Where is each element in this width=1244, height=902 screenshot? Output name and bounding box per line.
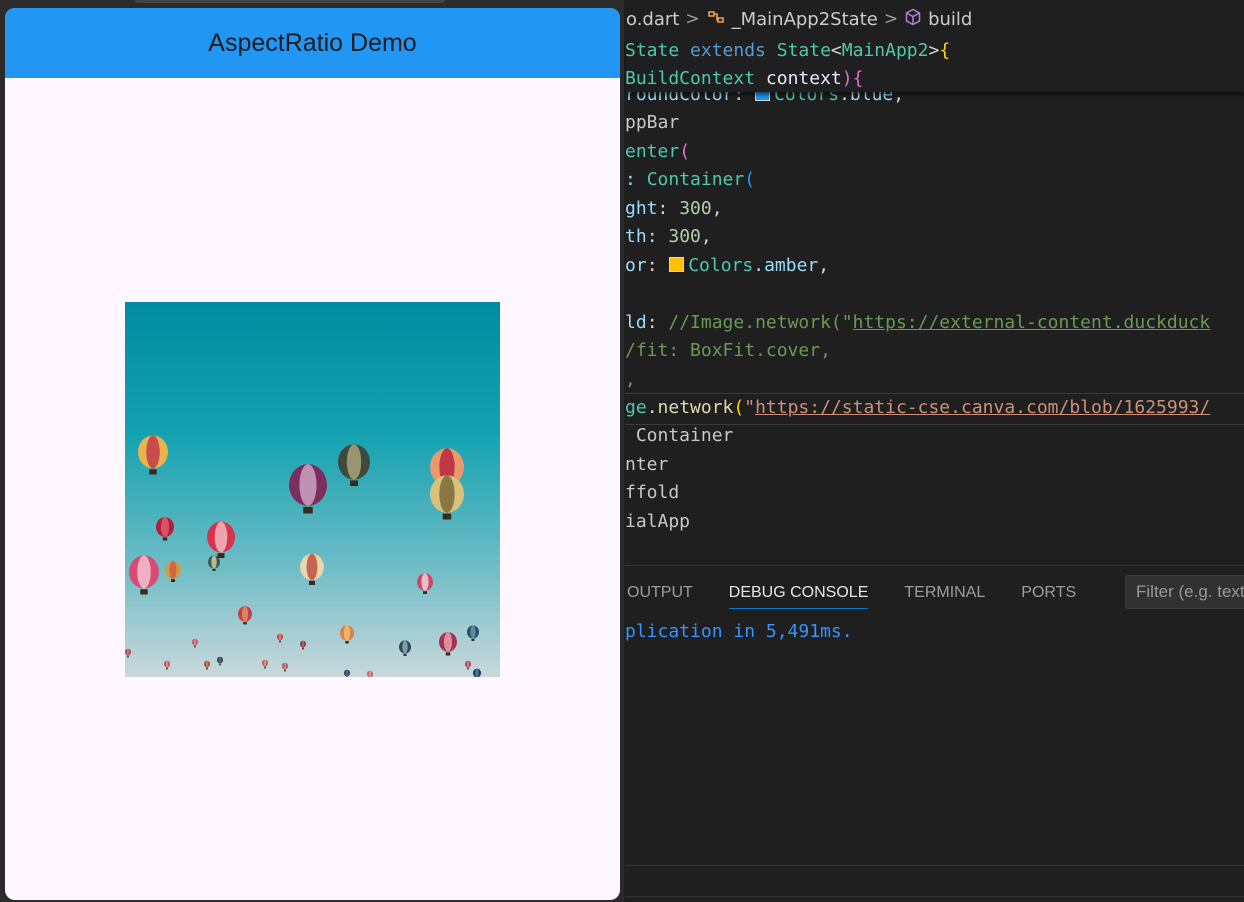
sticky-line-build: BuildContext context){ bbox=[625, 68, 864, 89]
breadcrumb-method[interactable]: build bbox=[928, 9, 972, 30]
code-line: : Container( bbox=[625, 169, 756, 190]
divider bbox=[625, 896, 1244, 897]
hot-air-balloons-image bbox=[125, 302, 500, 677]
code-line: ppBar bbox=[625, 112, 680, 133]
tab-ports[interactable]: PORTS bbox=[1021, 576, 1076, 608]
app-screen: AspectRatio Demo bbox=[5, 8, 620, 900]
panel-divider bbox=[625, 565, 1244, 566]
tab-terminal[interactable]: TERMINAL bbox=[904, 576, 985, 608]
code-line: ialApp bbox=[625, 511, 691, 532]
window-edge bbox=[135, 0, 445, 3]
comment-url-link[interactable]: https://external-content.duckduck bbox=[853, 312, 1211, 333]
code-line: Container bbox=[625, 425, 734, 446]
code-line: nter bbox=[625, 454, 669, 475]
code-line: ge.network("https://static-cse.canva.com… bbox=[625, 397, 1211, 418]
app-bar: AspectRatio Demo bbox=[5, 8, 620, 78]
code-line: or: Colors.amber, bbox=[625, 255, 830, 276]
chevron-right-icon: > bbox=[685, 9, 700, 29]
divider bbox=[625, 865, 1244, 866]
method-cube-icon bbox=[904, 8, 922, 31]
breadcrumb-file[interactable]: o.dart bbox=[626, 9, 679, 30]
code-line: , bbox=[625, 369, 636, 390]
sticky-line-class: State extends State<MainApp2>{ bbox=[625, 40, 951, 61]
code-line: ght: 300, bbox=[625, 198, 723, 219]
code-line: /fit: BoxFit.cover, bbox=[625, 340, 831, 361]
chevron-right-icon: > bbox=[883, 9, 899, 29]
string-url-link[interactable]: https://static-cse.canva.com/blob/162599… bbox=[755, 397, 1210, 418]
tab-output[interactable]: OUTPUT bbox=[627, 576, 693, 608]
code-line: ffold bbox=[625, 482, 680, 503]
panel-tabs: OUTPUT DEBUG CONSOLE TERMINAL PORTS bbox=[627, 576, 1076, 610]
code-line: enter( bbox=[625, 141, 691, 162]
code-line: th: 300, bbox=[625, 226, 712, 247]
code-line: ld: //Image.network("https://external-co… bbox=[625, 312, 1211, 333]
class-symbol-icon bbox=[706, 8, 726, 31]
emulator-window: AspectRatio Demo bbox=[0, 0, 624, 902]
sticky-scroll-header[interactable]: State extends State<MainApp2>{ BuildCont… bbox=[625, 38, 1244, 92]
app-bar-title: AspectRatio Demo bbox=[208, 29, 417, 57]
breadcrumb: o.dart > _MainApp2State > build bbox=[626, 0, 1244, 38]
tab-debug-console[interactable]: DEBUG CONSOLE bbox=[728, 576, 869, 609]
console-output-line: plication in 5,491ms. bbox=[625, 621, 853, 642]
filter-input[interactable]: Filter (e.g. text bbox=[1125, 575, 1244, 609]
color-swatch-amber[interactable] bbox=[669, 257, 685, 272]
breadcrumb-class[interactable]: _MainApp2State bbox=[732, 9, 878, 30]
